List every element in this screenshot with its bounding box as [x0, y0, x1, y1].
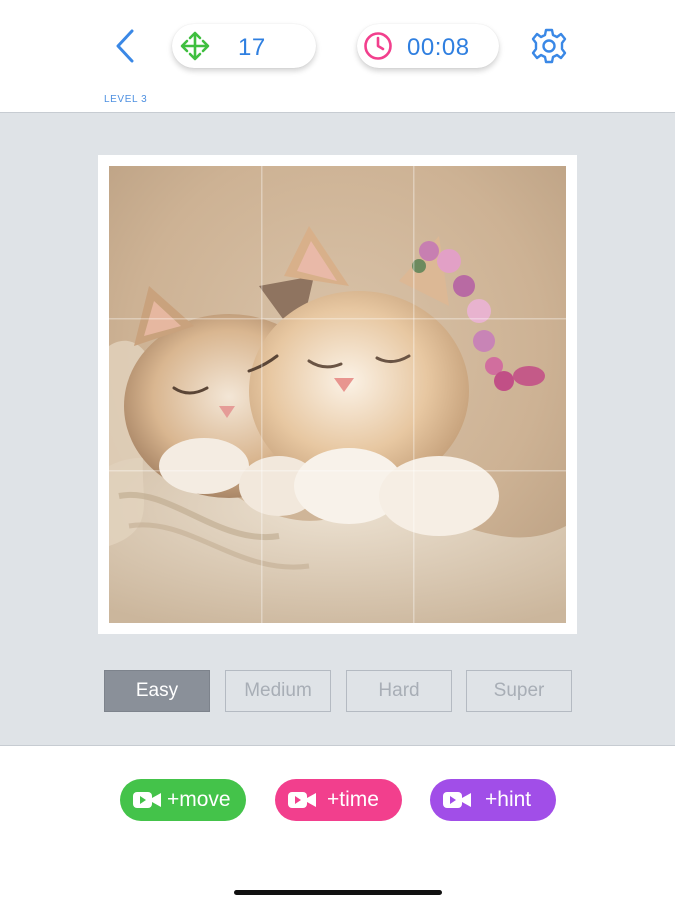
add-move-label: +move — [167, 788, 231, 811]
video-camera-icon — [288, 792, 316, 808]
back-button[interactable] — [108, 26, 144, 66]
add-time-button[interactable]: +time — [275, 779, 402, 821]
home-indicator — [234, 890, 442, 895]
move-arrows-icon — [180, 31, 210, 61]
clock-icon — [364, 32, 392, 60]
difficulty-easy-button[interactable]: Easy — [104, 670, 210, 712]
puzzle-board[interactable] — [109, 166, 566, 623]
level-label: LEVEL 3 — [104, 94, 148, 105]
add-hint-button[interactable]: +hint — [430, 779, 556, 821]
top-bar: 17 00:08 LEVEL 3 — [0, 0, 675, 112]
add-hint-label: +hint — [485, 788, 532, 811]
timer: 00:08 — [357, 24, 499, 68]
video-camera-icon — [133, 792, 161, 808]
add-time-label: +time — [327, 788, 379, 811]
chevron-left-icon — [116, 29, 134, 63]
gear-icon — [531, 28, 567, 64]
puzzle-frame — [98, 155, 577, 634]
difficulty-hard-button[interactable]: Hard — [346, 670, 452, 712]
timer-value: 00:08 — [407, 34, 470, 61]
add-move-button[interactable]: +move — [120, 779, 246, 821]
difficulty-super-button[interactable]: Super — [466, 670, 572, 712]
settings-button[interactable] — [529, 26, 569, 66]
moves-value: 17 — [238, 34, 266, 61]
kittens-image — [109, 166, 566, 623]
video-camera-icon — [443, 792, 471, 808]
difficulty-medium-button[interactable]: Medium — [225, 670, 331, 712]
board-area: Easy Medium Hard Super — [0, 112, 675, 746]
moves-counter: 17 — [172, 24, 316, 68]
